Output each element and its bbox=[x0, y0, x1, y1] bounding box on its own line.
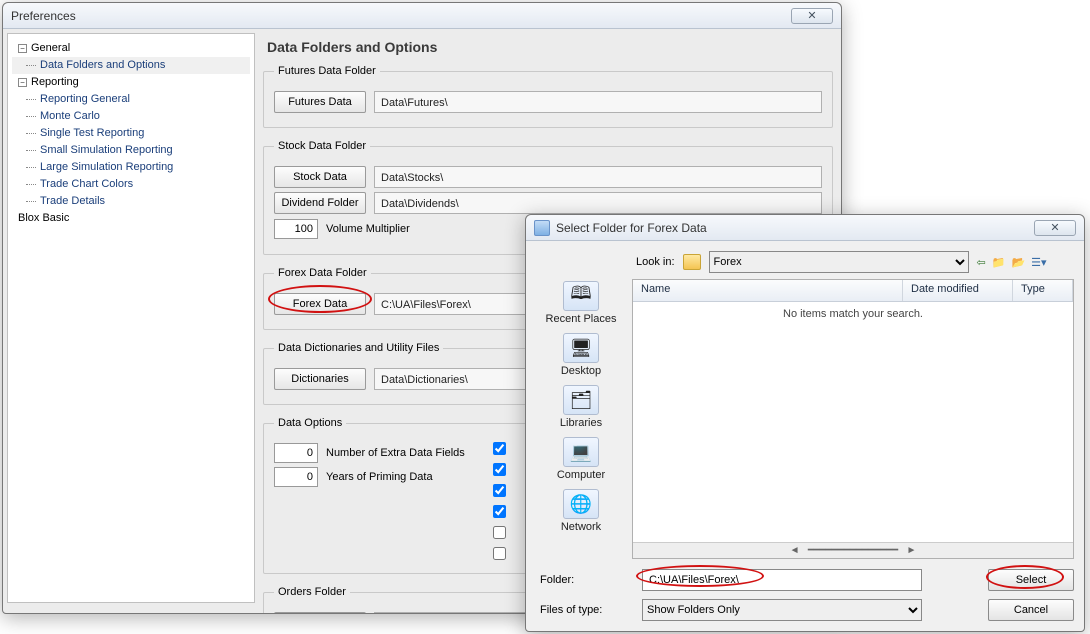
file-list-columns[interactable]: Name Date modified Type bbox=[633, 280, 1073, 302]
select-button[interactable]: Select bbox=[988, 569, 1074, 591]
file-type-select[interactable]: Show Folders Only bbox=[642, 599, 922, 621]
dialog-title: Select Folder for Forex Data bbox=[556, 221, 1034, 235]
look-in-label: Look in: bbox=[636, 256, 675, 268]
cancel-button[interactable]: Cancel bbox=[988, 599, 1074, 621]
page-title: Data Folders and Options bbox=[267, 39, 833, 55]
prefs-titlebar: Preferences ✕ bbox=[3, 3, 841, 29]
tree-node-small-sim[interactable]: Small Simulation Reporting bbox=[12, 142, 250, 159]
tree-node-trade-colors[interactable]: Trade Chart Colors bbox=[12, 176, 250, 193]
new-folder-icon[interactable]: 📂 bbox=[1011, 256, 1025, 269]
place-desktop[interactable]: 🖥Desktop bbox=[541, 333, 621, 377]
libraries-icon: 🗂 bbox=[563, 385, 599, 415]
dividend-folder-button[interactable]: Dividend Folder bbox=[274, 192, 366, 214]
dictionaries-button[interactable]: Dictionaries bbox=[274, 368, 366, 390]
file-type-label: Files of type: bbox=[536, 604, 632, 616]
prefs-close-button[interactable]: ✕ bbox=[791, 8, 833, 24]
option-checkbox[interactable] bbox=[489, 523, 509, 542]
col-date[interactable]: Date modified bbox=[903, 280, 1013, 301]
file-list[interactable]: Name Date modified Type No items match y… bbox=[632, 279, 1074, 559]
folder-icon bbox=[683, 254, 701, 270]
place-libraries[interactable]: 🗂Libraries bbox=[541, 385, 621, 429]
collapse-icon[interactable]: − bbox=[18, 44, 27, 53]
collapse-icon[interactable]: − bbox=[18, 78, 27, 87]
back-icon[interactable]: ⇦ bbox=[977, 256, 986, 269]
app-icon bbox=[534, 220, 550, 236]
recent-places-icon: 🕮 bbox=[563, 281, 599, 311]
futures-path-field: Data\Futures\ bbox=[374, 91, 822, 113]
stock-data-button[interactable]: Stock Data bbox=[274, 166, 366, 188]
nav-tree[interactable]: − General Data Folders and Options − Rep… bbox=[7, 33, 255, 603]
up-one-level-icon[interactable]: 📁 bbox=[992, 256, 1006, 269]
dividend-path-field: Data\Dividends\ bbox=[374, 192, 822, 214]
option-checkbox[interactable] bbox=[489, 439, 509, 458]
look-in-select[interactable]: Forex bbox=[709, 251, 969, 273]
tree-node-single-test[interactable]: Single Test Reporting bbox=[12, 125, 250, 142]
volume-multiplier-label: Volume Multiplier bbox=[326, 223, 410, 235]
close-icon: ✕ bbox=[1050, 221, 1059, 234]
horizontal-scrollbar[interactable]: ◄ ━━━━━━━━━━━━━━━ ► bbox=[633, 542, 1073, 558]
desktop-icon: 🖥 bbox=[563, 333, 599, 363]
priming-years-label: Years of Priming Data bbox=[326, 471, 433, 483]
option-checkbox[interactable] bbox=[489, 460, 509, 479]
empty-list-message: No items match your search. bbox=[633, 302, 1073, 542]
folder-field-label: Folder: bbox=[536, 574, 632, 586]
close-icon: ✕ bbox=[807, 9, 816, 22]
volume-multiplier-input[interactable] bbox=[274, 219, 318, 239]
tree-node-reporting-general[interactable]: Reporting General bbox=[12, 91, 250, 108]
extra-fields-label: Number of Extra Data Fields bbox=[326, 447, 465, 459]
stock-path-field: Data\Stocks\ bbox=[374, 166, 822, 188]
option-checkbox[interactable] bbox=[489, 481, 509, 500]
tree-node-large-sim[interactable]: Large Simulation Reporting bbox=[12, 159, 250, 176]
dialog-close-button[interactable]: ✕ bbox=[1034, 220, 1076, 236]
forex-data-button[interactable]: Forex Data bbox=[274, 293, 366, 315]
tree-node-monte-carlo[interactable]: Monte Carlo bbox=[12, 108, 250, 125]
place-recent[interactable]: 🕮Recent Places bbox=[541, 281, 621, 325]
prefs-title: Preferences bbox=[11, 9, 791, 23]
views-icon[interactable]: ☰▾ bbox=[1031, 256, 1046, 269]
tree-node-general[interactable]: − General bbox=[12, 40, 250, 57]
option-checkbox[interactable] bbox=[489, 544, 509, 563]
network-icon: 🌐 bbox=[563, 489, 599, 519]
group-futures: Futures Data Folder Futures Data Data\Fu… bbox=[263, 65, 833, 128]
orders-button[interactable]: Orders bbox=[274, 612, 366, 613]
priming-years-input[interactable] bbox=[274, 467, 318, 487]
folder-path-input[interactable] bbox=[642, 569, 922, 591]
futures-data-button[interactable]: Futures Data bbox=[274, 91, 366, 113]
places-bar: 🕮Recent Places 🖥Desktop 🗂Libraries 💻Comp… bbox=[536, 279, 626, 559]
tree-node-blox-basic[interactable]: Blox Basic bbox=[12, 210, 250, 227]
extra-fields-input[interactable] bbox=[274, 443, 318, 463]
place-network[interactable]: 🌐Network bbox=[541, 489, 621, 533]
tree-node-trade-details[interactable]: Trade Details bbox=[12, 193, 250, 210]
tree-node-reporting[interactable]: − Reporting bbox=[12, 74, 250, 91]
dialog-titlebar: Select Folder for Forex Data ✕ bbox=[526, 215, 1084, 241]
tree-node-data-folders[interactable]: Data Folders and Options bbox=[12, 57, 250, 74]
col-name[interactable]: Name bbox=[633, 280, 903, 301]
option-checkbox[interactable] bbox=[489, 502, 509, 521]
folder-dialog: Select Folder for Forex Data ✕ Look in: … bbox=[525, 214, 1085, 632]
col-type[interactable]: Type bbox=[1013, 280, 1073, 301]
place-computer[interactable]: 💻Computer bbox=[541, 437, 621, 481]
computer-icon: 💻 bbox=[563, 437, 599, 467]
